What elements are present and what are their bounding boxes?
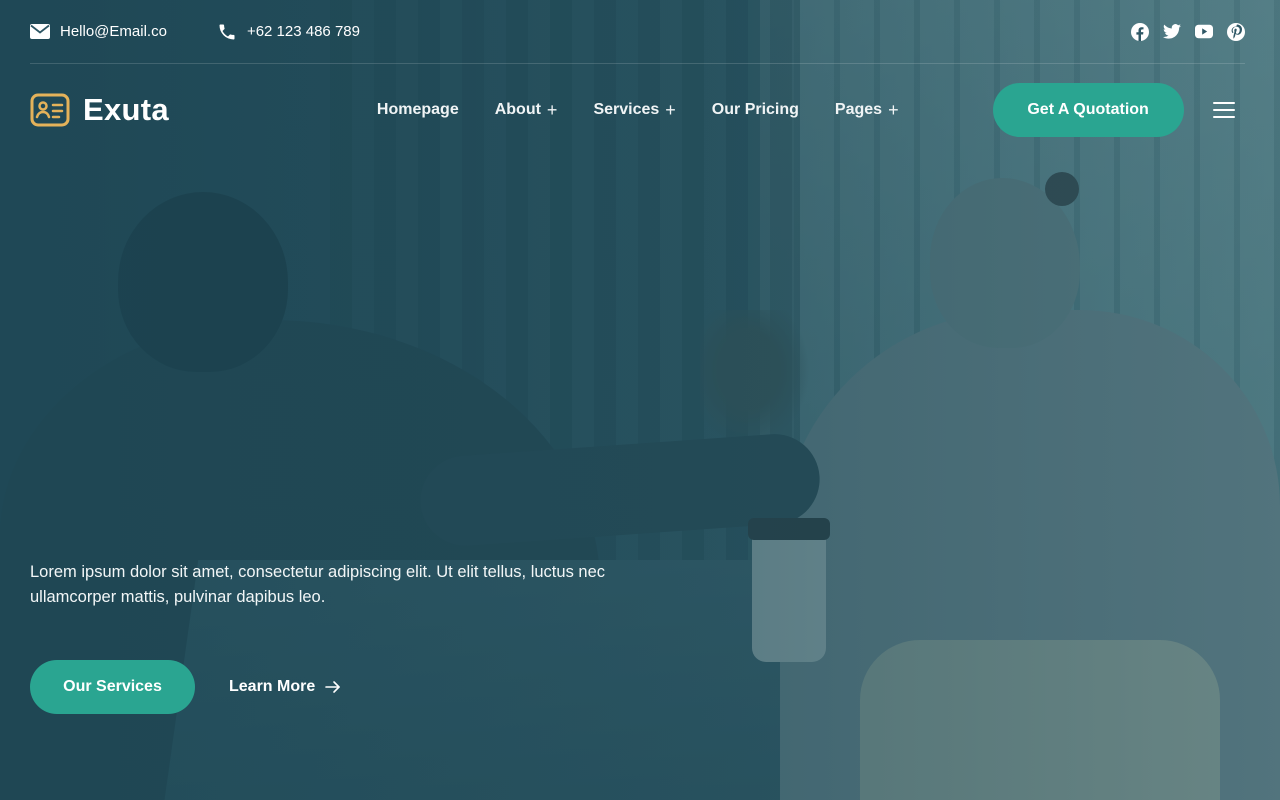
email-text[interactable]: Hello@Email.co	[60, 23, 167, 40]
plus-icon: +	[546, 100, 558, 120]
hamburger-menu-icon[interactable]	[1213, 102, 1235, 118]
hero-section: Hello@Email.co +62 123 486 789 Exuta Hom…	[0, 0, 1280, 800]
plus-icon: +	[665, 100, 676, 120]
hero-description: Lorem ipsum dolor sit amet, consectetur …	[30, 563, 606, 606]
hero-actions: Our Services Learn More	[30, 660, 341, 714]
youtube-icon[interactable]	[1195, 23, 1213, 41]
nav-menu: Homepage About + Services + Our Pricing …	[377, 101, 935, 119]
phone-contact[interactable]: +62 123 486 789	[217, 22, 360, 42]
brand-logo[interactable]: Exuta	[30, 92, 169, 128]
phone-icon	[219, 24, 235, 39]
get-quotation-button[interactable]: Get A Quotation	[992, 83, 1184, 137]
topbar: Hello@Email.co +62 123 486 789	[30, 0, 1245, 64]
facebook-icon[interactable]	[1131, 22, 1149, 41]
nav-item-label: Pages	[834, 101, 883, 118]
nav-item-label: Homepage	[376, 101, 459, 118]
nav-item-homepage[interactable]: Homepage	[377, 101, 459, 119]
nav-item-label: Services	[593, 101, 660, 118]
main-navbar: Exuta Homepage About + Services + Our Pr…	[30, 64, 1235, 156]
brand-name[interactable]: Exuta	[83, 92, 169, 128]
email-contact[interactable]: Hello@Email.co	[30, 23, 167, 40]
twitter-icon[interactable]	[1163, 23, 1181, 41]
pinterest-icon[interactable]	[1227, 22, 1245, 41]
nav-item-about[interactable]: About +	[495, 101, 558, 119]
nav-item-label: Our Pricing	[711, 101, 799, 118]
id-card-icon	[30, 93, 70, 127]
nav-item-services[interactable]: Services +	[593, 101, 675, 119]
learn-more-label: Learn More	[229, 678, 316, 695]
arrow-right-icon	[325, 681, 341, 693]
nav-item-pages[interactable]: Pages +	[835, 101, 899, 119]
our-services-button[interactable]: Our Services	[30, 660, 195, 714]
nav-item-label: About	[494, 101, 541, 118]
nav-item-our-pricing[interactable]: Our Pricing	[712, 101, 799, 119]
phone-text[interactable]: +62 123 486 789	[247, 23, 360, 40]
learn-more-link[interactable]: Learn More	[229, 678, 341, 696]
social-links	[1131, 22, 1245, 41]
plus-icon: +	[888, 100, 899, 120]
envelope-icon	[30, 24, 50, 39]
